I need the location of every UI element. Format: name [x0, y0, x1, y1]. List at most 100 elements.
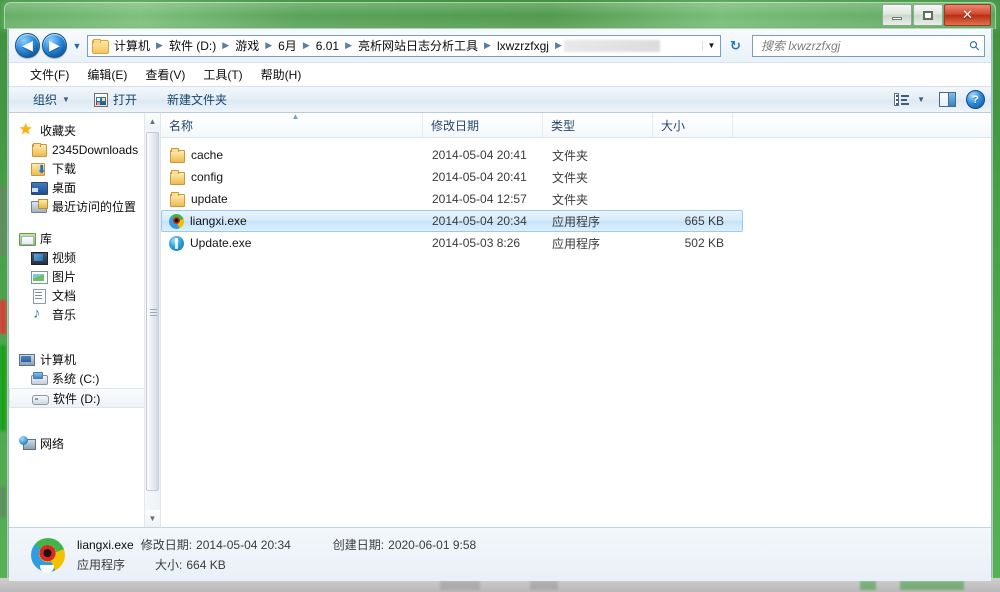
table-row[interactable]: config 2014-05-04 20:41 文件夹	[161, 166, 743, 188]
breadcrumb-separator-icon[interactable]: ▶	[482, 40, 493, 51]
column-header-label: 修改日期	[431, 118, 480, 133]
sidebar-item-recent-places[interactable]: 最近访问的位置	[9, 197, 160, 216]
breadcrumb-item-6[interactable]: lxwzrzfxgj	[493, 38, 553, 54]
update-app-icon	[169, 235, 184, 251]
star-icon	[19, 120, 35, 138]
content-split: 收藏夹 2345Downloads 下载 桌面 最近访问的位置	[9, 112, 991, 527]
breadcrumb-separator-icon[interactable]: ▶	[154, 40, 165, 51]
forward-button[interactable]: ▶	[42, 33, 67, 58]
scrollbar-thumb[interactable]	[146, 132, 159, 491]
back-arrow-icon: ◀	[22, 37, 33, 53]
sidebar-item-drive-d[interactable]: 软件 (D:)	[9, 388, 156, 408]
breadcrumb-separator-icon[interactable]: ▶	[553, 40, 564, 51]
breadcrumb-separator-icon[interactable]: ▶	[343, 40, 354, 51]
back-button[interactable]: ◀	[15, 33, 40, 58]
view-mode-chevron-down-icon[interactable]: ▼	[917, 95, 925, 104]
breadcrumb-item-0[interactable]: 计算机	[110, 36, 154, 55]
folder-icon	[31, 142, 47, 157]
help-icon[interactable]: ?	[966, 90, 985, 109]
breadcrumb-folder-icon	[92, 39, 109, 54]
title-bar: ✕	[4, 2, 996, 29]
sidebar-item-drive-c[interactable]: 系统 (C:)	[9, 369, 160, 388]
liangxi-app-icon	[31, 537, 65, 573]
file-size-cell: 502 KB	[684, 236, 724, 250]
menu-bar: 文件(F) 编辑(E) 查看(V) 工具(T) 帮助(H)	[9, 63, 991, 86]
preview-pane-icon[interactable]	[939, 92, 956, 107]
table-row[interactable]: Update.exe 2014-05-03 8:26 应用程序 502 KB	[161, 232, 743, 254]
taskbar-tray-icon[interactable]	[900, 581, 964, 590]
breadcrumb-separator-icon[interactable]: ▶	[263, 40, 274, 51]
library-icon	[19, 231, 36, 246]
minimize-button[interactable]	[882, 4, 912, 26]
network-icon	[19, 436, 36, 451]
details-file-name: liangxi.exe	[77, 537, 134, 552]
breadcrumb-item-1[interactable]: 软件 (D:)	[165, 36, 220, 55]
file-name-cell: config	[162, 170, 424, 185]
taskbar-item[interactable]	[530, 581, 558, 590]
sidebar-item-pictures[interactable]: 图片	[9, 267, 160, 286]
navigation-pane-scrollbar[interactable]: ▲ ▼	[144, 113, 160, 527]
liangxi-app-icon	[169, 213, 184, 229]
table-row[interactable]: liangxi.exe 2014-05-04 20:34 应用程序 665 KB	[161, 210, 743, 232]
breadcrumb-separator-icon[interactable]: ▶	[301, 40, 312, 51]
search-box[interactable]: 搜索 lxwzrzfxgj ⚲	[752, 34, 985, 57]
window-client-area: ◀ ▶ ▼ 计算机 ▶ 软件 (D:) ▶ 游戏 ▶ 6月 ▶ 6.01 ▶ 亮…	[8, 29, 992, 581]
breadcrumb-bar[interactable]: 计算机 ▶ 软件 (D:) ▶ 游戏 ▶ 6月 ▶ 6.01 ▶ 亮析网站日志分…	[87, 34, 721, 57]
table-row[interactable]: cache 2014-05-04 20:41 文件夹	[161, 144, 743, 166]
scrollbar-grip-icon	[150, 309, 157, 310]
column-header-name[interactable]: ▲ 名称	[161, 112, 423, 137]
maximize-button[interactable]	[913, 4, 943, 26]
close-button[interactable]: ✕	[944, 4, 991, 26]
menu-item-file[interactable]: 文件(F)	[21, 64, 78, 85]
breadcrumb-item-5[interactable]: 亮析网站日志分析工具	[354, 36, 482, 55]
sidebar-item-downloads[interactable]: 下载	[9, 159, 160, 178]
breadcrumb-item-2[interactable]: 游戏	[231, 36, 263, 55]
sidebar-group-network[interactable]: 网络	[9, 434, 160, 453]
sidebar-group-computer[interactable]: 计算机	[9, 350, 160, 369]
table-row[interactable]: update 2014-05-04 12:57 文件夹	[161, 188, 743, 210]
refresh-button[interactable]: ↻	[724, 34, 747, 57]
details-text-block: liangxi.exe 修改日期: 2014-05-04 20:34 创建日期:…	[77, 536, 476, 573]
breadcrumb-separator-icon[interactable]: ▶	[220, 40, 231, 51]
sidebar-group-favorites[interactable]: 收藏夹	[9, 120, 160, 140]
file-name-label: update	[191, 192, 228, 206]
breadcrumb-item-3[interactable]: 6月	[274, 36, 301, 55]
new-folder-button[interactable]: 新建文件夹	[159, 89, 235, 110]
file-name-label: config	[191, 170, 224, 184]
organize-button[interactable]: 组织 ▼	[25, 89, 78, 110]
sidebar-item-2345downloads[interactable]: 2345Downloads	[9, 140, 160, 159]
details-size-label: 大小:	[155, 558, 183, 572]
column-header-label: 大小	[661, 118, 686, 133]
scroll-down-icon[interactable]: ▼	[145, 510, 160, 527]
details-modified-value: 2014-05-04 20:34	[196, 537, 291, 552]
sidebar-item-documents[interactable]: 文档	[9, 286, 160, 305]
sidebar-item-videos[interactable]: 视频	[9, 248, 160, 267]
menu-item-edit[interactable]: 编辑(E)	[78, 64, 136, 85]
taskbar-item[interactable]	[440, 581, 480, 590]
breadcrumb-overflow	[563, 39, 660, 52]
column-header-date[interactable]: 修改日期	[423, 113, 543, 137]
scroll-up-icon[interactable]: ▲	[145, 113, 160, 130]
search-input[interactable]: 搜索 lxwzrzfxgj	[761, 37, 970, 54]
menu-item-view[interactable]: 查看(V)	[136, 64, 194, 85]
menu-item-tools[interactable]: 工具(T)	[194, 64, 251, 85]
recent-locations-dropdown[interactable]: ▼	[70, 41, 84, 51]
column-header-label: 类型	[551, 118, 576, 133]
open-button[interactable]: 打开	[86, 89, 145, 110]
column-header-size[interactable]: 大小	[653, 113, 733, 137]
details-created-value: 2020-06-01 9:58	[388, 537, 477, 552]
breadcrumb-dropdown-icon[interactable]: ▼	[702, 41, 720, 50]
view-mode-icon[interactable]	[894, 93, 910, 106]
open-label: 打开	[112, 93, 137, 107]
sidebar-item-label: 视频	[52, 251, 77, 265]
breadcrumb-item-4[interactable]: 6.01	[312, 38, 343, 54]
sidebar-group-libraries[interactable]: 库	[9, 229, 160, 248]
details-line-1: liangxi.exe 修改日期: 2014-05-04 20:34 创建日期:…	[77, 536, 476, 553]
sidebar-item-label: 系统 (C:)	[52, 372, 100, 386]
sidebar-item-music[interactable]: 音乐	[9, 305, 160, 324]
menu-item-help[interactable]: 帮助(H)	[252, 64, 311, 85]
sidebar-group-label: 库	[40, 232, 53, 246]
taskbar-tray-icon[interactable]	[860, 581, 876, 590]
column-header-type[interactable]: 类型	[543, 113, 653, 137]
sidebar-item-desktop[interactable]: 桌面	[9, 178, 160, 197]
